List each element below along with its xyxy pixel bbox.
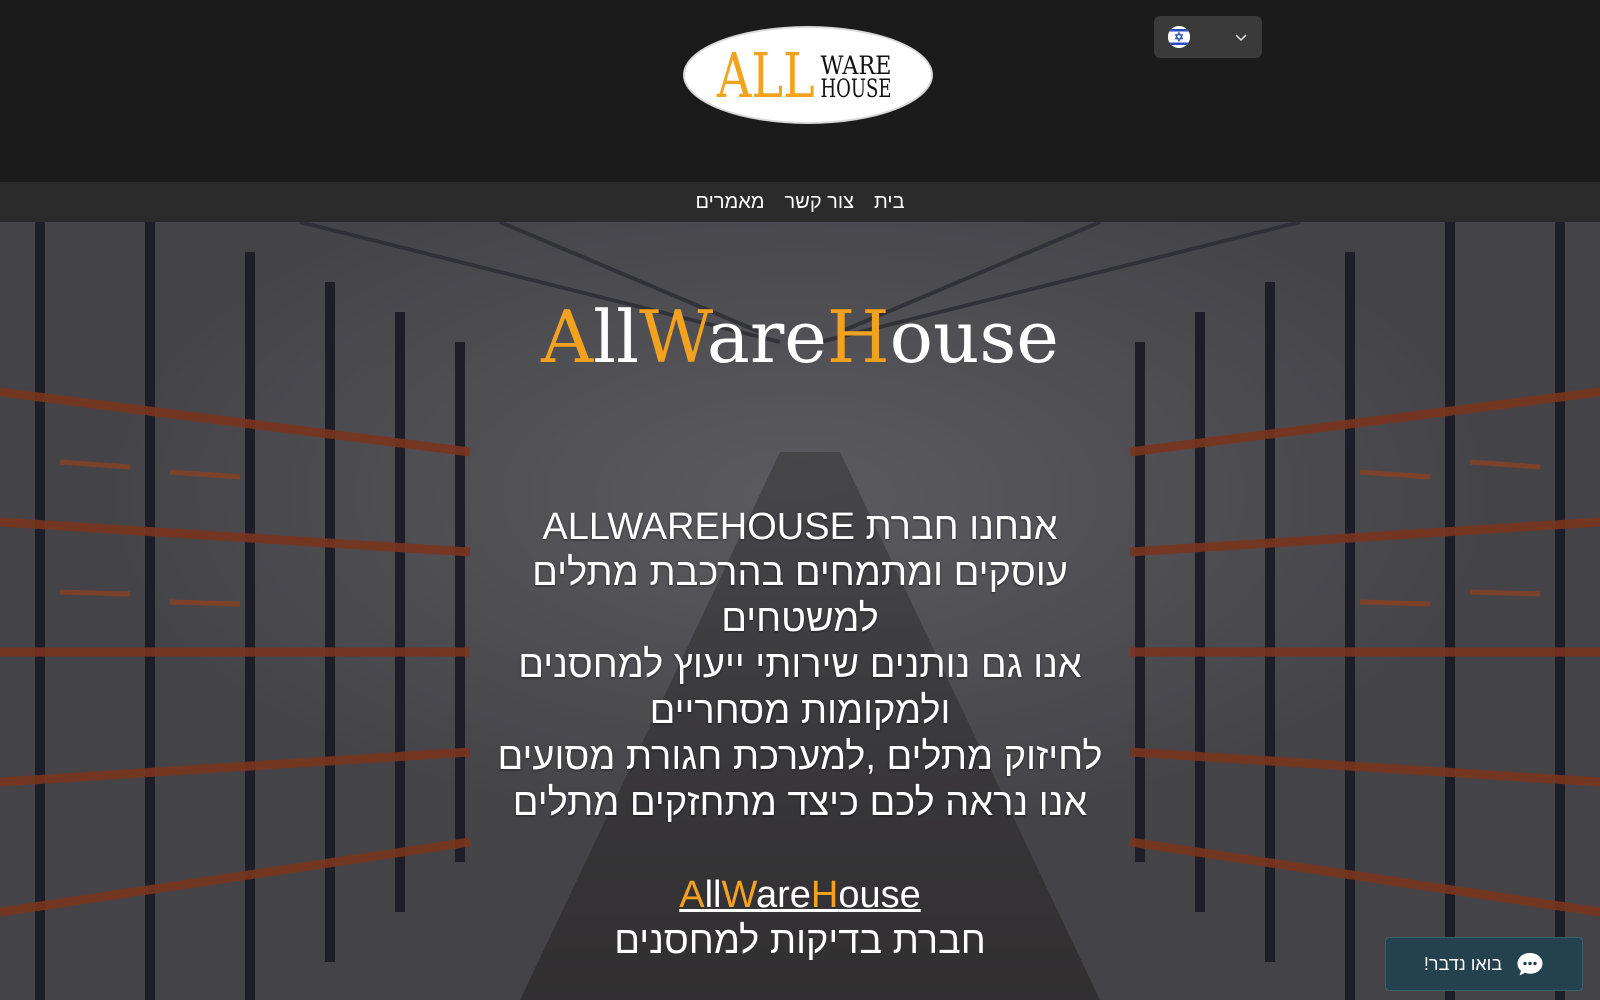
chat-bubble-icon: [1517, 953, 1543, 976]
logo-graphic: ALL WARE HOUSE: [716, 41, 891, 112]
logo-word-house: HOUSE: [820, 74, 891, 103]
brand-link[interactable]: AllWareHouse: [0, 872, 1600, 918]
about-line: אנחנו חברת ALLWAREHOUSE: [542, 506, 1058, 548]
about-line: למשטחים: [721, 598, 879, 640]
about-line: אנו נראה לכם כיצד מתחזקים מתלים: [512, 782, 1088, 824]
hero-title: AllWareHouse: [541, 295, 1059, 379]
tagline: חברת בדיקות למחסנים: [614, 920, 986, 962]
main-nav: בית צור קשר מאמרים: [0, 182, 1600, 222]
chat-label: בואו נדבר!: [1423, 953, 1503, 974]
hero-section: AllWareHouse אנחנו חברת ALLWAREHOUSE עוס…: [0, 222, 1600, 1000]
about-line: אנו גם נותנים שירותי ייעוץ למחסנים: [518, 644, 1082, 686]
language-selector[interactable]: [1154, 16, 1262, 58]
about-line: לחיזוק מתלים ,למערכת חגורת מסועים: [497, 736, 1103, 778]
nav-item-home[interactable]: בית: [874, 191, 905, 214]
site-header: ALL WARE HOUSE: [0, 0, 1600, 182]
chat-button[interactable]: בואו נדבר!: [1385, 937, 1583, 991]
about-line: עוסקים ומתמחים בהרכבת מתלים: [532, 552, 1068, 594]
nav-item-articles[interactable]: מאמרים: [695, 191, 764, 214]
about-text: אנחנו חברת ALLWAREHOUSE עוסקים ומתמחים ב…: [440, 504, 1160, 826]
chevron-down-icon: [1235, 34, 1247, 42]
israel-flag-icon: [1168, 26, 1190, 48]
nav-item-contact[interactable]: צור קשר: [785, 191, 854, 214]
about-line: ולמקומות מסחריים: [649, 690, 951, 732]
site-logo[interactable]: ALL WARE HOUSE: [683, 26, 933, 124]
